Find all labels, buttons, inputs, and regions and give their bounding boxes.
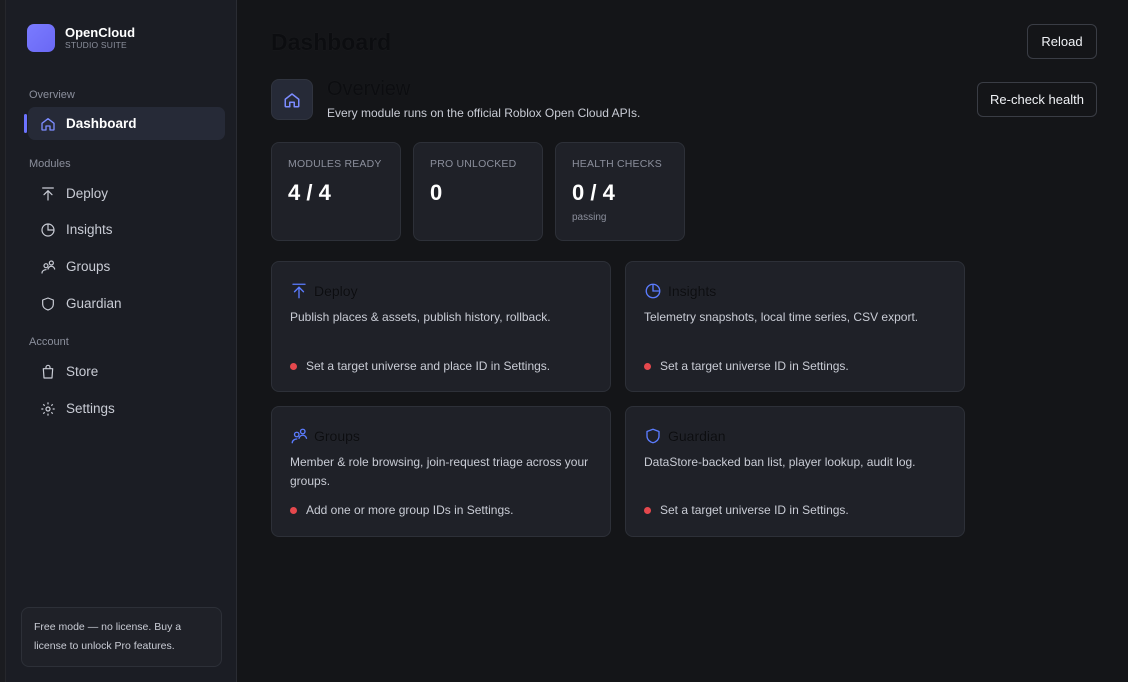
sidebar-item-label: Settings xyxy=(66,401,115,416)
card-status: Set a target universe ID in Settings. xyxy=(644,503,849,517)
status-text: Set a target universe and place ID in Se… xyxy=(306,359,551,373)
home-icon xyxy=(40,116,56,132)
overview-description: Every module runs on the official Roblox… xyxy=(327,106,641,120)
gear-icon xyxy=(40,401,56,417)
module-card-deploy[interactable]: Deploy Publish places & assets, publish … xyxy=(271,261,611,392)
module-card-insights[interactable]: Insights Telemetry snapshots, local time… xyxy=(625,261,965,392)
stat-sublabel: passing xyxy=(572,212,607,223)
reload-button[interactable]: Reload xyxy=(1027,24,1097,59)
sidebar: OpenCloud STUDIO SUITE Overview Dashboar… xyxy=(6,0,237,682)
card-title: Guardian xyxy=(668,428,726,444)
pie-chart-icon xyxy=(40,222,56,238)
card-title: Insights xyxy=(668,283,717,299)
card-description: DataStore-backed ban list, player lookup… xyxy=(644,455,916,469)
status-dot-icon xyxy=(290,362,297,370)
license-notice: Free mode — no license. Buy a license to… xyxy=(21,607,222,667)
stat-label: HEALTH CHECKS xyxy=(572,158,662,170)
section-label-overview: Overview xyxy=(29,89,75,101)
shield-icon xyxy=(644,427,662,445)
sidebar-item-insights[interactable]: Insights xyxy=(28,213,225,246)
brand: OpenCloud STUDIO SUITE xyxy=(27,24,135,52)
sidebar-item-store[interactable]: Store xyxy=(28,355,225,388)
stat-label: PRO UNLOCKED xyxy=(430,158,517,170)
card-status: Add one or more group IDs in Settings. xyxy=(290,503,513,517)
sidebar-item-settings[interactable]: Settings xyxy=(28,392,225,425)
status-dot-icon xyxy=(290,506,297,514)
sidebar-item-label: Deploy xyxy=(66,186,109,201)
stat-value: 4 / 4 xyxy=(288,180,331,205)
page-title: Dashboard xyxy=(271,29,392,55)
status-text: Set a target universe ID in Settings. xyxy=(660,359,849,373)
card-status: Set a target universe ID in Settings. xyxy=(644,359,849,373)
upload-icon xyxy=(40,186,56,202)
sidebar-item-label: Dashboard xyxy=(66,116,137,131)
upload-icon xyxy=(290,282,308,300)
status-dot-icon xyxy=(644,506,651,514)
card-description: Member & role browsing, join-request tri… xyxy=(290,455,589,488)
sidebar-item-groups[interactable]: Groups xyxy=(28,250,225,283)
stat-card-modules-ready: MODULES READY 4 / 4 xyxy=(271,142,401,241)
sidebar-item-dashboard[interactable]: Dashboard xyxy=(24,107,225,140)
shield-icon xyxy=(40,296,56,312)
recheck-health-button[interactable]: Re-check health xyxy=(977,82,1097,117)
card-title: Groups xyxy=(314,428,360,444)
sidebar-item-deploy[interactable]: Deploy xyxy=(28,177,225,210)
sidebar-item-guardian[interactable]: Guardian xyxy=(28,287,225,320)
module-card-guardian[interactable]: Guardian DataStore-backed ban list, play… xyxy=(625,406,965,537)
stat-label: MODULES READY xyxy=(288,158,382,170)
sidebar-item-label: Store xyxy=(66,364,99,379)
shopping-bag-icon xyxy=(40,364,56,380)
brand-subtitle: STUDIO SUITE xyxy=(65,40,127,50)
stat-card-pro-unlocked: PRO UNLOCKED 0 xyxy=(413,142,543,241)
module-card-groups[interactable]: Groups Member & role browsing, join-requ… xyxy=(271,406,611,537)
card-description: Telemetry snapshots, local time series, … xyxy=(644,310,919,324)
card-description: Publish places & assets, publish history… xyxy=(290,310,551,324)
section-label-modules: Modules xyxy=(29,158,71,170)
card-status: Set a target universe and place ID in Se… xyxy=(290,359,550,373)
pie-chart-icon xyxy=(644,282,662,300)
home-icon xyxy=(271,79,313,120)
app-window: OpenCloud STUDIO SUITE Overview Dashboar… xyxy=(0,0,1128,682)
sidebar-item-label: Guardian xyxy=(66,296,122,311)
status-dot-icon xyxy=(644,362,651,370)
overview-title: Overview xyxy=(327,78,411,100)
users-icon xyxy=(40,259,56,275)
brand-name: OpenCloud xyxy=(65,25,136,40)
users-icon xyxy=(290,427,308,445)
sidebar-item-label: Insights xyxy=(66,222,113,237)
sidebar-item-label: Groups xyxy=(66,259,111,274)
section-label-account: Account xyxy=(29,336,69,348)
status-text: Add one or more group IDs in Settings. xyxy=(306,503,514,517)
status-text: Set a target universe ID in Settings. xyxy=(660,503,849,517)
card-title: Deploy xyxy=(314,283,358,299)
brand-logo xyxy=(27,24,55,52)
stat-card-health-checks: HEALTH CHECKS 0 / 4 passing xyxy=(555,142,685,241)
main-content: Dashboard Reload Overview Every module r… xyxy=(237,0,1128,682)
stat-value: 0 / 4 xyxy=(572,180,615,205)
stat-value: 0 xyxy=(430,180,443,205)
